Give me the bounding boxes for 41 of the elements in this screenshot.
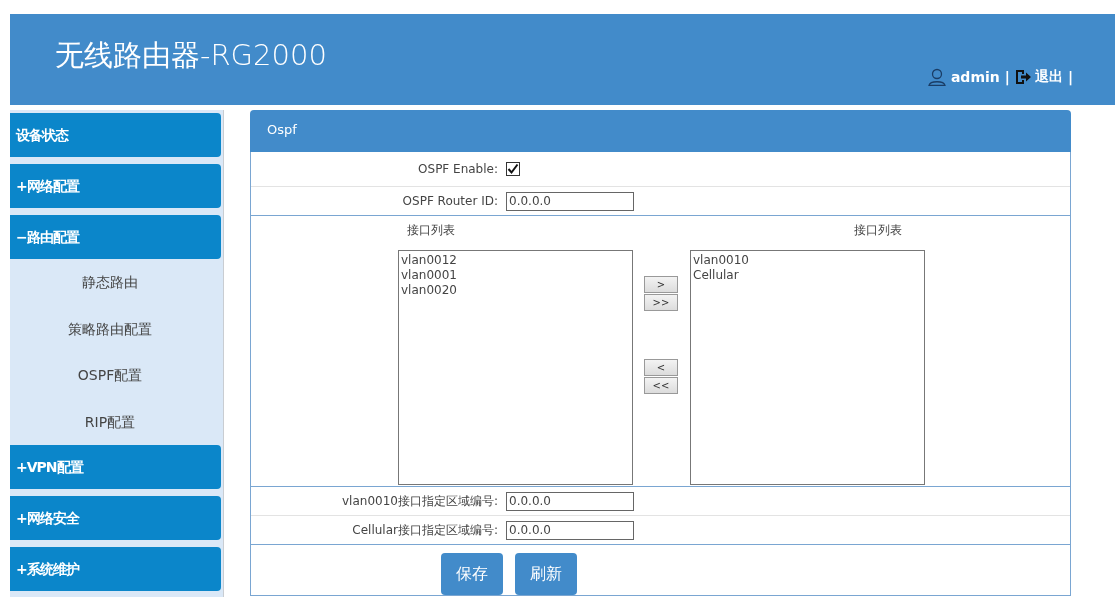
list-item[interactable]: vlan0001	[401, 268, 630, 283]
field-label: OSPF Enable:	[417, 162, 499, 176]
input-field[interactable]: 0.0.0.0	[506, 191, 634, 211]
input-field[interactable]: 0.0.0.0	[506, 520, 634, 540]
field-label: vlan0010接口指定区域编号:	[341, 492, 499, 510]
list-box[interactable]: vlan0010 Cellular	[690, 250, 925, 485]
list-heading: 接口列表	[853, 222, 903, 239]
input-field[interactable]: 0.0.0.0	[506, 491, 634, 511]
list-item[interactable]: vlan0012	[401, 253, 630, 268]
enable-checkbox[interactable]	[506, 162, 520, 176]
action-button[interactable]: 保存	[441, 553, 503, 595]
list-item[interactable]: vlan0010	[693, 253, 922, 268]
menu-section[interactable]: +系统维护	[10, 547, 221, 591]
field-label: OSPF Router ID:	[401, 194, 499, 208]
menu-section[interactable]: 设备状态	[10, 113, 221, 157]
list-item[interactable]: Cellular	[693, 268, 922, 283]
separator: |	[1067, 69, 1073, 85]
action-button[interactable]: 刷新	[515, 553, 577, 595]
transfer-button[interactable]: <	[644, 359, 678, 376]
logout-link[interactable]: 退出	[1014, 68, 1063, 86]
menu-item[interactable]: OSPF配置	[10, 352, 210, 399]
user-icon	[927, 68, 946, 86]
menu-item[interactable]: 静态路由	[10, 259, 210, 306]
username: admin	[950, 69, 1000, 85]
menu-item[interactable]: RIP配置	[10, 398, 210, 445]
transfer-button[interactable]: >>	[644, 294, 678, 311]
separator: |	[1004, 69, 1010, 85]
list-box[interactable]: vlan0012 vlan0001 vlan0020	[398, 250, 633, 485]
transfer-button[interactable]: >	[644, 276, 678, 293]
menu-section[interactable]: −路由配置	[10, 215, 221, 259]
menu-section[interactable]: +网络安全	[10, 496, 221, 540]
logout-icon	[1014, 69, 1032, 85]
menu-section[interactable]: +网络配置	[10, 164, 221, 208]
list-heading: 接口列表	[406, 222, 456, 239]
menu-item[interactable]: 策略路由配置	[10, 305, 210, 352]
field-label: Cellular接口指定区域编号:	[351, 521, 499, 539]
menu-section[interactable]: +VPN配置	[10, 445, 221, 489]
transfer-button[interactable]: <<	[644, 377, 678, 394]
list-item[interactable]: vlan0020	[401, 283, 630, 298]
app-title: 无线路由器-RG2000	[55, 37, 327, 74]
panel-title: Ospf	[250, 110, 1071, 152]
